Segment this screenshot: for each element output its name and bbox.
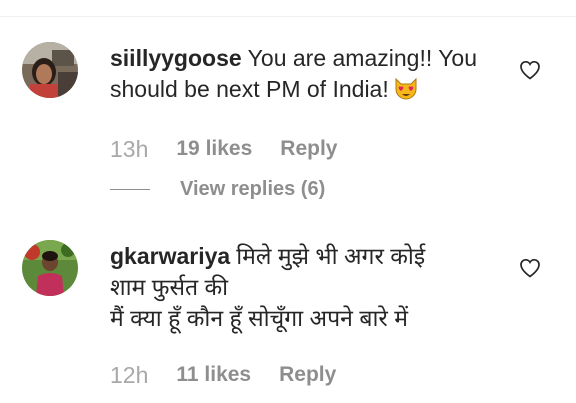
comment-text-line-3: मैं क्या हूँ कौन हूँ सोचूँगा अपने बारे म… [110, 305, 408, 331]
comment-username[interactable]: siillyygoose [110, 45, 242, 71]
comment-body: siillyygoose You are amazing!! You should… [110, 43, 510, 109]
comment-username[interactable]: gkarwariya [110, 243, 230, 269]
comment-meta: 12h 11 likes Reply [110, 360, 336, 390]
comment-body: gkarwariya मिले मुझे भी अगर कोई शाम फुर्स… [110, 241, 510, 334]
like-heart-icon[interactable] [518, 256, 542, 280]
replies-divider-line [110, 188, 150, 190]
heart-eyes-cat-icon [393, 75, 419, 109]
comment-time[interactable]: 13h [110, 136, 148, 163]
like-heart-icon[interactable] [518, 58, 542, 82]
avatar[interactable] [22, 42, 78, 98]
comment-text-line-2: शाम फुर्सत की [110, 274, 229, 300]
comment-likes[interactable]: 11 likes [176, 363, 251, 387]
top-divider [0, 16, 576, 17]
comment-likes[interactable]: 19 likes [176, 137, 252, 161]
comment-time[interactable]: 12h [110, 362, 148, 389]
view-replies-label[interactable]: View replies (6) [180, 178, 325, 201]
comments-panel: siillyygoose You are amazing!! You should… [0, 0, 576, 403]
reply-button[interactable]: Reply [279, 363, 336, 387]
reply-button[interactable]: Reply [280, 137, 337, 161]
comment-text-line-1: मिले मुझे भी अगर कोई [236, 243, 426, 269]
avatar[interactable] [22, 240, 78, 296]
comment-meta: 13h 19 likes Reply [110, 134, 337, 164]
view-replies-button[interactable]: View replies (6) [110, 176, 325, 202]
